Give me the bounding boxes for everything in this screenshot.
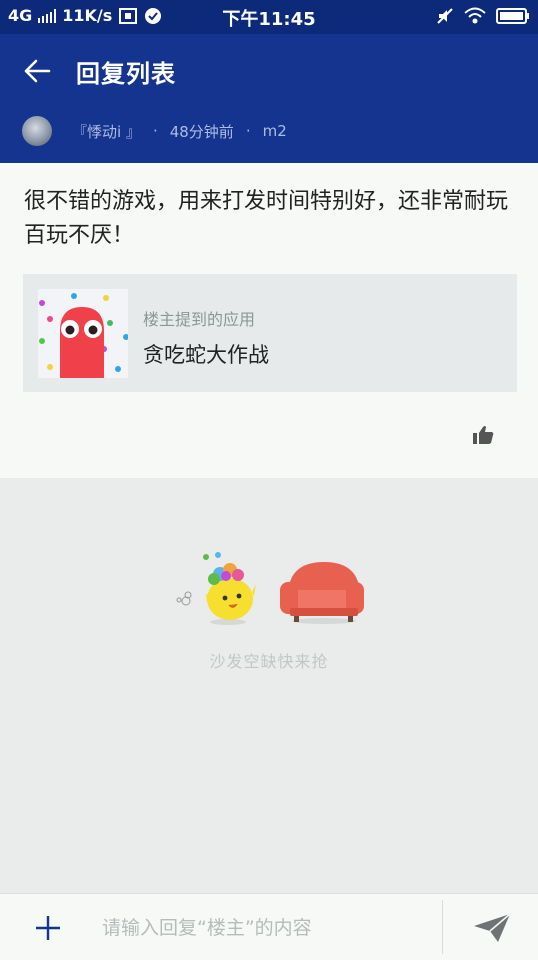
avatar[interactable] [22, 116, 52, 146]
wifi-icon [464, 7, 486, 24]
send-icon[interactable] [472, 912, 512, 944]
mentioned-app-card[interactable]: 楼主提到的应用 贪吃蛇大作战 [23, 274, 517, 392]
mute-icon [437, 8, 453, 24]
reply-content: 很不错的游戏，用来打发时间特别好，还非常耐玩百玩不厌！ [24, 189, 509, 248]
sofa-mascot-illustration [176, 552, 364, 625]
app-name[interactable]: 贪吃蛇大作战 [143, 339, 269, 369]
status-bar: 4G 11K/s 下午11:45 [0, 0, 538, 34]
add-icon[interactable] [34, 914, 62, 942]
reply-card: 很不错的游戏，用来打发时间特别好，还非常耐玩百玩不厌！ 楼主提到的应用 贪吃蛇大… [0, 163, 538, 478]
page-title: 回复列表 [76, 60, 176, 88]
reply-input[interactable] [100, 906, 434, 950]
battery-icon [496, 8, 529, 24]
meta-separator: · [152, 122, 158, 140]
reply-composer [0, 893, 538, 960]
app-icon [38, 289, 128, 378]
thumbs-up-icon[interactable] [472, 425, 494, 445]
composer-divider [442, 900, 443, 954]
reply-meta: 『悸动i 』 · 48分钟前 · m2 [22, 116, 287, 146]
empty-state: 沙发空缺快来抢 [0, 478, 538, 893]
back-arrow-icon[interactable] [22, 56, 52, 86]
author-name[interactable]: 『悸动i 』 [72, 121, 141, 142]
app-mention-label: 楼主提到的应用 [143, 310, 256, 329]
snake-game-icon [38, 289, 128, 378]
post-time: 48分钟前 [169, 122, 234, 141]
app-header: 回复列表 『悸动i 』 · 48分钟前 · m2 [0, 34, 538, 163]
meta-separator-2: · [245, 122, 251, 140]
empty-state-text: 沙发空缺快来抢 [209, 652, 329, 671]
device-name: m2 [262, 122, 287, 140]
status-right [436, 7, 530, 25]
